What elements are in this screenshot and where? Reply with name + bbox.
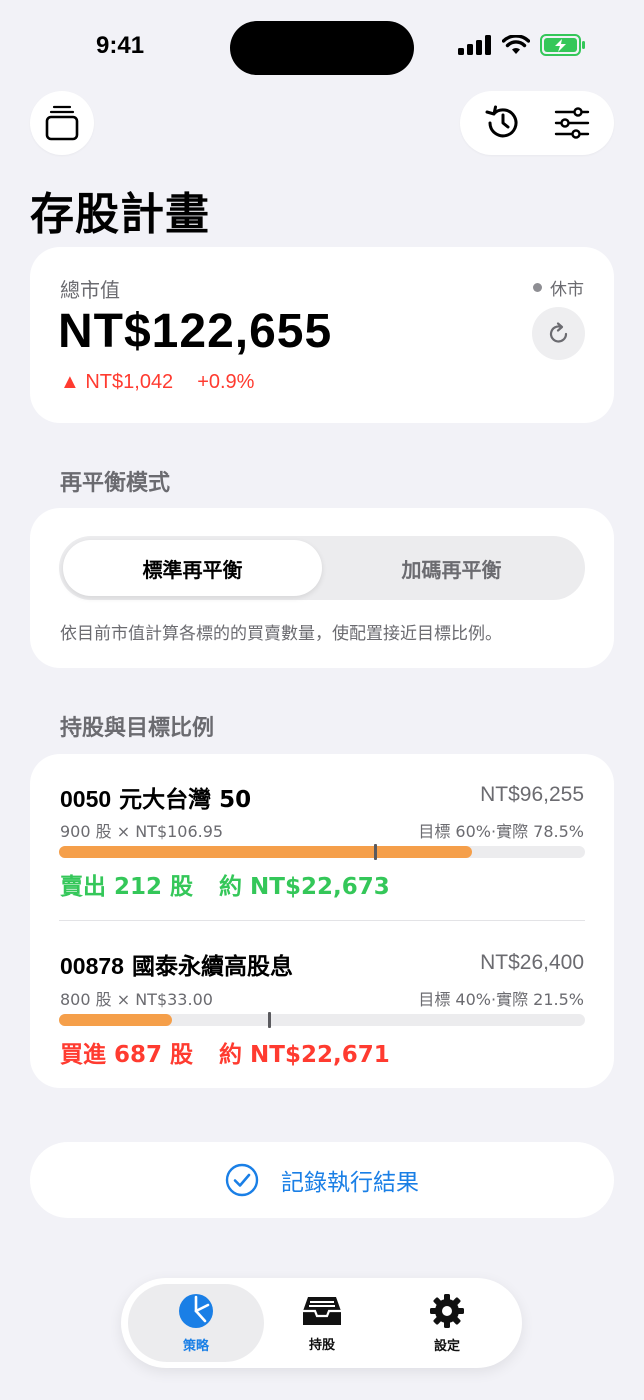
- rebalance-section-title: 再平衡模式: [60, 471, 171, 496]
- refresh-button[interactable]: [532, 307, 585, 360]
- history-button[interactable]: [484, 104, 522, 142]
- filter-button[interactable]: [554, 107, 590, 139]
- holding-action: 賣出 212 股 約 NT$22,673: [60, 867, 390, 901]
- allocation-bar: [59, 1012, 585, 1028]
- sliders-icon: [554, 107, 590, 139]
- target-marker: [373, 844, 377, 860]
- mode-standard[interactable]: 標準再平衡: [63, 540, 322, 596]
- holding-code: 00878: [60, 953, 124, 979]
- change-percent: +0.9%: [197, 371, 255, 393]
- stack-button[interactable]: [30, 91, 94, 155]
- value-change: ▲ NT$1,042 +0.9%: [60, 371, 254, 394]
- target-marker: [268, 1012, 272, 1028]
- market-status: 休市: [533, 275, 584, 300]
- holding-detail: 900 股 × NT$106.95: [60, 822, 224, 841]
- battery-icon: [540, 34, 585, 56]
- tab-bar: 策略 持股 設定: [121, 1278, 522, 1368]
- status-icons: [458, 34, 586, 56]
- stack-icon: [45, 105, 79, 141]
- page-title: 存股計畫: [30, 189, 210, 240]
- status-time: 9:41: [96, 32, 145, 59]
- action-amount: 約 NT$22,673: [219, 874, 390, 900]
- wifi-icon: [502, 35, 530, 54]
- mode-description: 依目前市值計算各標的的買賣數量，使配置接近目標比例。: [60, 624, 502, 644]
- record-result-button[interactable]: 記錄執行結果: [30, 1142, 614, 1218]
- tray-icon: [303, 1296, 341, 1325]
- holding-ratio: 目標 40%·實際 21.5%: [418, 990, 584, 1009]
- holding-ratio: 目標 60%·實際 78.5%: [418, 822, 584, 841]
- signal-icon: [458, 35, 491, 55]
- total-value-label: 總市值: [60, 278, 120, 302]
- tab-holdings[interactable]: 持股: [254, 1284, 390, 1362]
- holdings-section-title: 持股與目標比例: [60, 716, 215, 741]
- toolbar-pill: [460, 91, 614, 155]
- total-value: NT$122,655: [58, 305, 333, 358]
- refresh-icon: [549, 321, 567, 343]
- actual-fill: [59, 846, 472, 858]
- allocation-bar: [59, 844, 585, 860]
- rebalance-mode-control: 標準再平衡 加碼再平衡: [59, 536, 585, 600]
- actual-fill: [59, 1014, 173, 1026]
- action-shares: 買進 687 股: [60, 1042, 194, 1068]
- holding-amount: NT$96,255: [480, 783, 584, 806]
- tab-label: 策略: [182, 1338, 209, 1354]
- status-bar: 9:41: [0, 0, 644, 90]
- holding-code: 0050: [60, 786, 112, 812]
- holding-detail: 800 股 × NT$33.00: [60, 990, 213, 1009]
- holding-name: 00878 國泰永續高股息: [60, 947, 293, 981]
- mode-addition[interactable]: 加碼再平衡: [322, 540, 581, 596]
- status-dot: [533, 283, 542, 292]
- holdings-divider: [59, 920, 585, 921]
- holding-action: 買進 687 股 約 NT$22,671: [60, 1035, 390, 1069]
- holding-title: 元大台灣 50: [119, 787, 252, 813]
- gear-icon: [430, 1293, 464, 1328]
- holding-title: 國泰永續高股息: [131, 954, 293, 980]
- tab-strategy[interactable]: 策略: [128, 1284, 264, 1362]
- market-status-text: 休市: [550, 280, 584, 300]
- tab-settings[interactable]: 設定: [379, 1284, 515, 1362]
- dynamic-island: [230, 21, 414, 75]
- action-amount: 約 NT$22,671: [219, 1042, 390, 1068]
- holding-amount: NT$26,400: [480, 951, 584, 974]
- tab-label: 設定: [433, 1338, 460, 1354]
- pie-chart-icon: [179, 1293, 213, 1328]
- record-result-label: 記錄執行結果: [281, 1170, 419, 1196]
- history-icon: [485, 105, 518, 138]
- tab-label: 持股: [308, 1337, 335, 1353]
- holding-name: 0050 元大台灣 50: [60, 780, 251, 814]
- change-amount: ▲ NT$1,042: [60, 371, 174, 393]
- checkmark-circle-icon: [225, 1163, 259, 1197]
- action-shares: 賣出 212 股: [60, 874, 194, 900]
